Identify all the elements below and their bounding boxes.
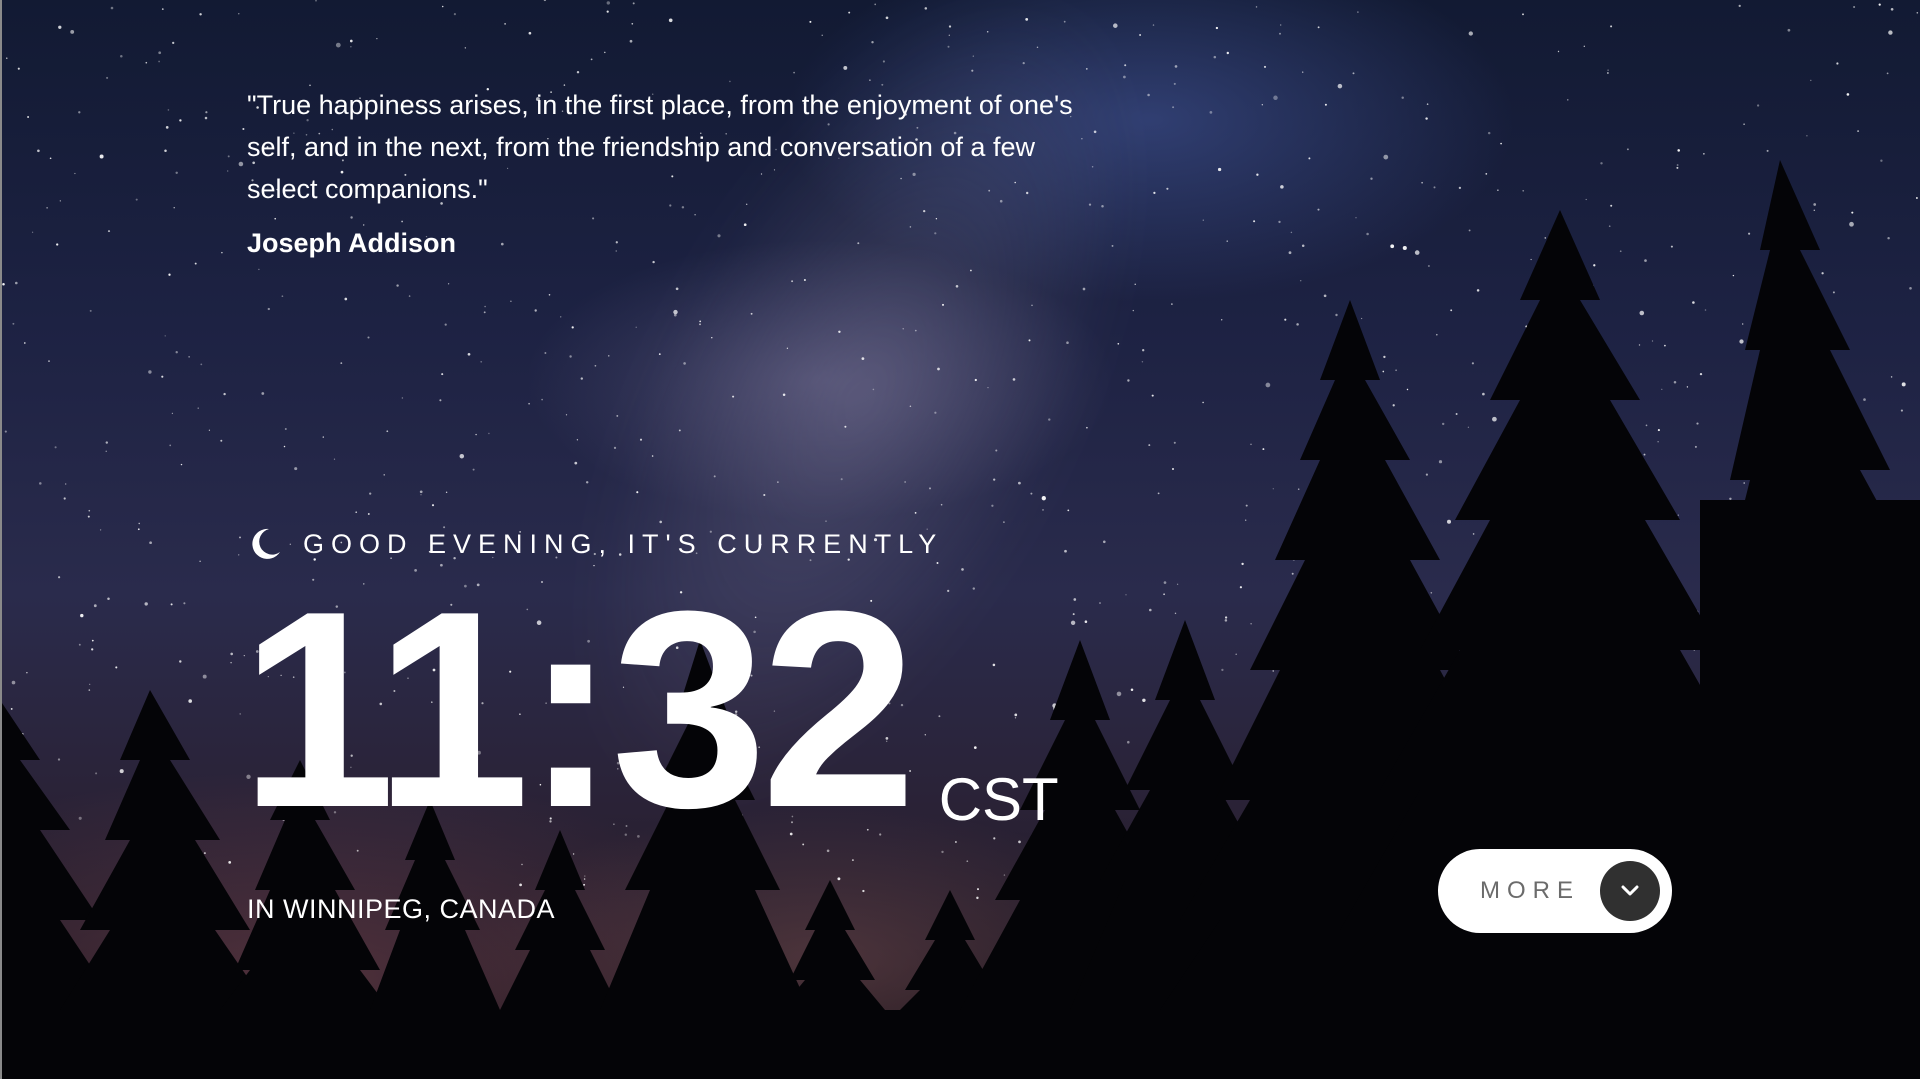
location-text: IN WINNIPEG, CANADA <box>247 894 556 924</box>
window-edge <box>0 0 2 1079</box>
quote-block: "True happiness arises, in the first pla… <box>247 84 1087 259</box>
quote-text: "True happiness arises, in the first pla… <box>247 90 1073 204</box>
quote-author: Joseph Addison <box>247 228 457 258</box>
current-time: 11:32 <box>240 554 917 866</box>
timezone-abbreviation: CST <box>938 766 1059 833</box>
clock: 11:32 CST <box>240 554 1059 866</box>
more-button[interactable]: MORE <box>1438 849 1672 933</box>
clock-app: "True happiness arises, in the first pla… <box>0 0 1920 1079</box>
more-button-label: MORE <box>1480 877 1580 904</box>
chevron-down-icon[interactable] <box>1600 861 1660 921</box>
